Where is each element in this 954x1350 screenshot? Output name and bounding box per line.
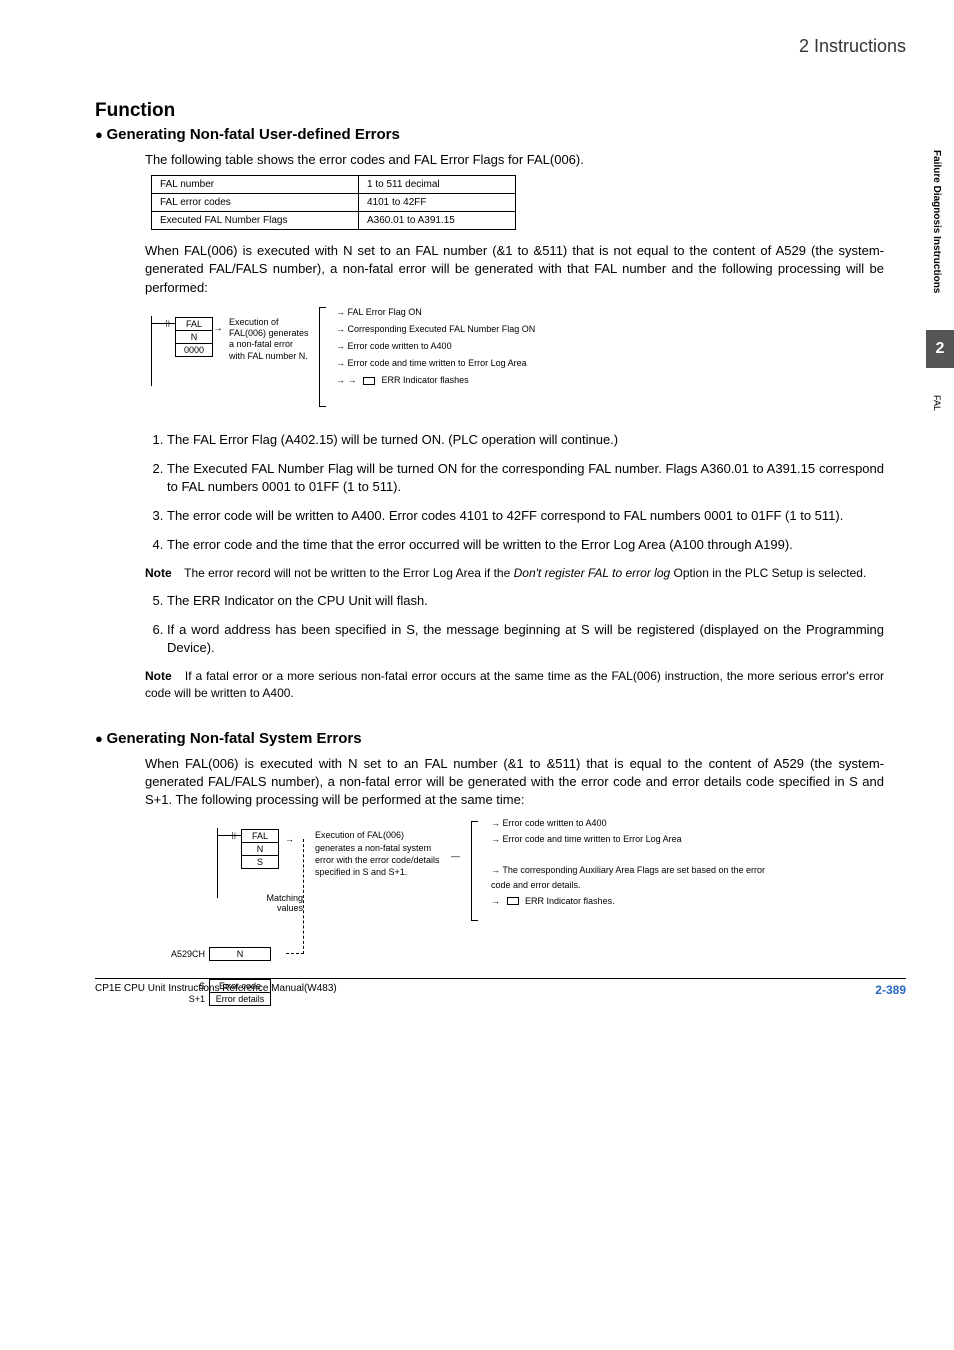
paragraph-2: When FAL(006) is executed with N set to … [145,755,884,810]
sidebar-chapter-tab: 2 [926,330,954,368]
list-item: If a word address has been specified in … [167,621,884,659]
note-2: Note If a fatal error or a more serious … [145,668,884,702]
outcome-item: → ERR Indicator flashes. [491,894,781,909]
outcome-item: The corresponding Auxiliary Area Flags a… [491,863,781,894]
sidebar-category: Failure Diagnosis Instructions [931,150,942,293]
footer-page-number: 2-389 [875,983,906,997]
fal-table: FAL number1 to 511 decimal FAL error cod… [151,175,516,230]
page-footer: CP1E CPU Unit Instructions Reference Man… [95,978,906,997]
outcome-item: Corresponding Executed FAL Number Flag O… [336,321,535,338]
ladder-box: FAL [241,829,279,843]
sidebar-instruction: FAL [932,395,942,411]
outcome-item: FAL Error Flag ON [336,304,535,321]
cell: A360.01 to A391.15 [359,212,516,230]
paragraph-1: When FAL(006) is executed with N set to … [145,242,884,297]
cell: 4101 to 42FF [359,194,516,212]
exec-description: Execution of FAL(006) generates a non-fa… [315,829,445,878]
diagram-outcomes: FAL Error Flag ON Corresponding Executed… [336,304,535,389]
cell: FAL error codes [152,194,359,212]
numbered-list-cont: The ERR Indicator on the CPU Unit will f… [145,592,884,659]
heading-generating-nonfatal-system: Generating Non-fatal System Errors [95,730,884,747]
outcome-item: Error code and time written to Error Log… [491,832,781,847]
exec-description: Execution of FAL(006) generates a non-fa… [229,317,309,362]
numbered-list: The FAL Error Flag (A402.15) will be tur… [145,431,884,555]
ladder-box: N [175,330,213,344]
outcome-item: Error code written to A400 [491,816,781,831]
cell: FAL number [152,176,359,194]
outcome-item: Error code and time written to Error Log… [336,355,535,372]
outcome-item: → ERR Indicator flashes [336,372,535,389]
list-item: The error code will be written to A400. … [167,507,884,526]
sidebar-tabs: Failure Diagnosis Instructions 2 FAL [922,0,954,1350]
a529-row: A529CHN [151,947,271,961]
note-label: Note [145,565,181,582]
ladder-box: 0000 [175,343,213,357]
diagram-fal-exec-1: ⊣⊢ FAL N 0000 → Execution of FAL(006) ge… [151,309,884,419]
list-item: The Executed FAL Number Flag will be tur… [167,460,884,498]
heading-generating-nonfatal-user: Generating Non-fatal User-defined Errors [95,126,884,143]
arrow-icon: → [285,834,294,844]
note-label: Note [145,668,181,685]
outcome-item: Error code written to A400 [336,338,535,355]
led-icon [507,897,519,905]
list-item: The ERR Indicator on the CPU Unit will f… [167,592,884,611]
cell: 1 to 511 decimal [359,176,516,194]
led-icon [363,377,375,385]
footer-doc-title: CP1E CPU Unit Instructions Reference Man… [95,983,337,997]
heading-function: Function [95,100,884,122]
ladder-box: N [241,842,279,856]
diagram-fal-exec-2: ⊣⊢ FAL N S → Execution of FAL(006) gener… [151,821,884,1031]
note-1: Note The error record will not be writte… [145,565,884,582]
intro-text: The following table shows the error code… [145,151,884,169]
ladder-box: FAL [175,317,213,331]
list-item: The error code and the time that the err… [167,536,884,555]
ladder-contact-icon: ⊣⊢ [159,319,176,330]
dashed-connector [303,839,304,954]
ladder-contact-icon: ⊣⊢ [225,831,242,842]
diagram-outcomes: Error code written to A400 Error code an… [491,816,781,908]
cell: Executed FAL Number Flags [152,212,359,230]
list-item: The FAL Error Flag (A402.15) will be tur… [167,431,884,450]
arrow-icon: — [451,851,460,861]
header-section: 2 Instructions [799,36,906,57]
arrow-icon: → [213,323,223,334]
matching-values-label: Matching values [253,893,303,913]
ladder-box: S [241,855,279,869]
